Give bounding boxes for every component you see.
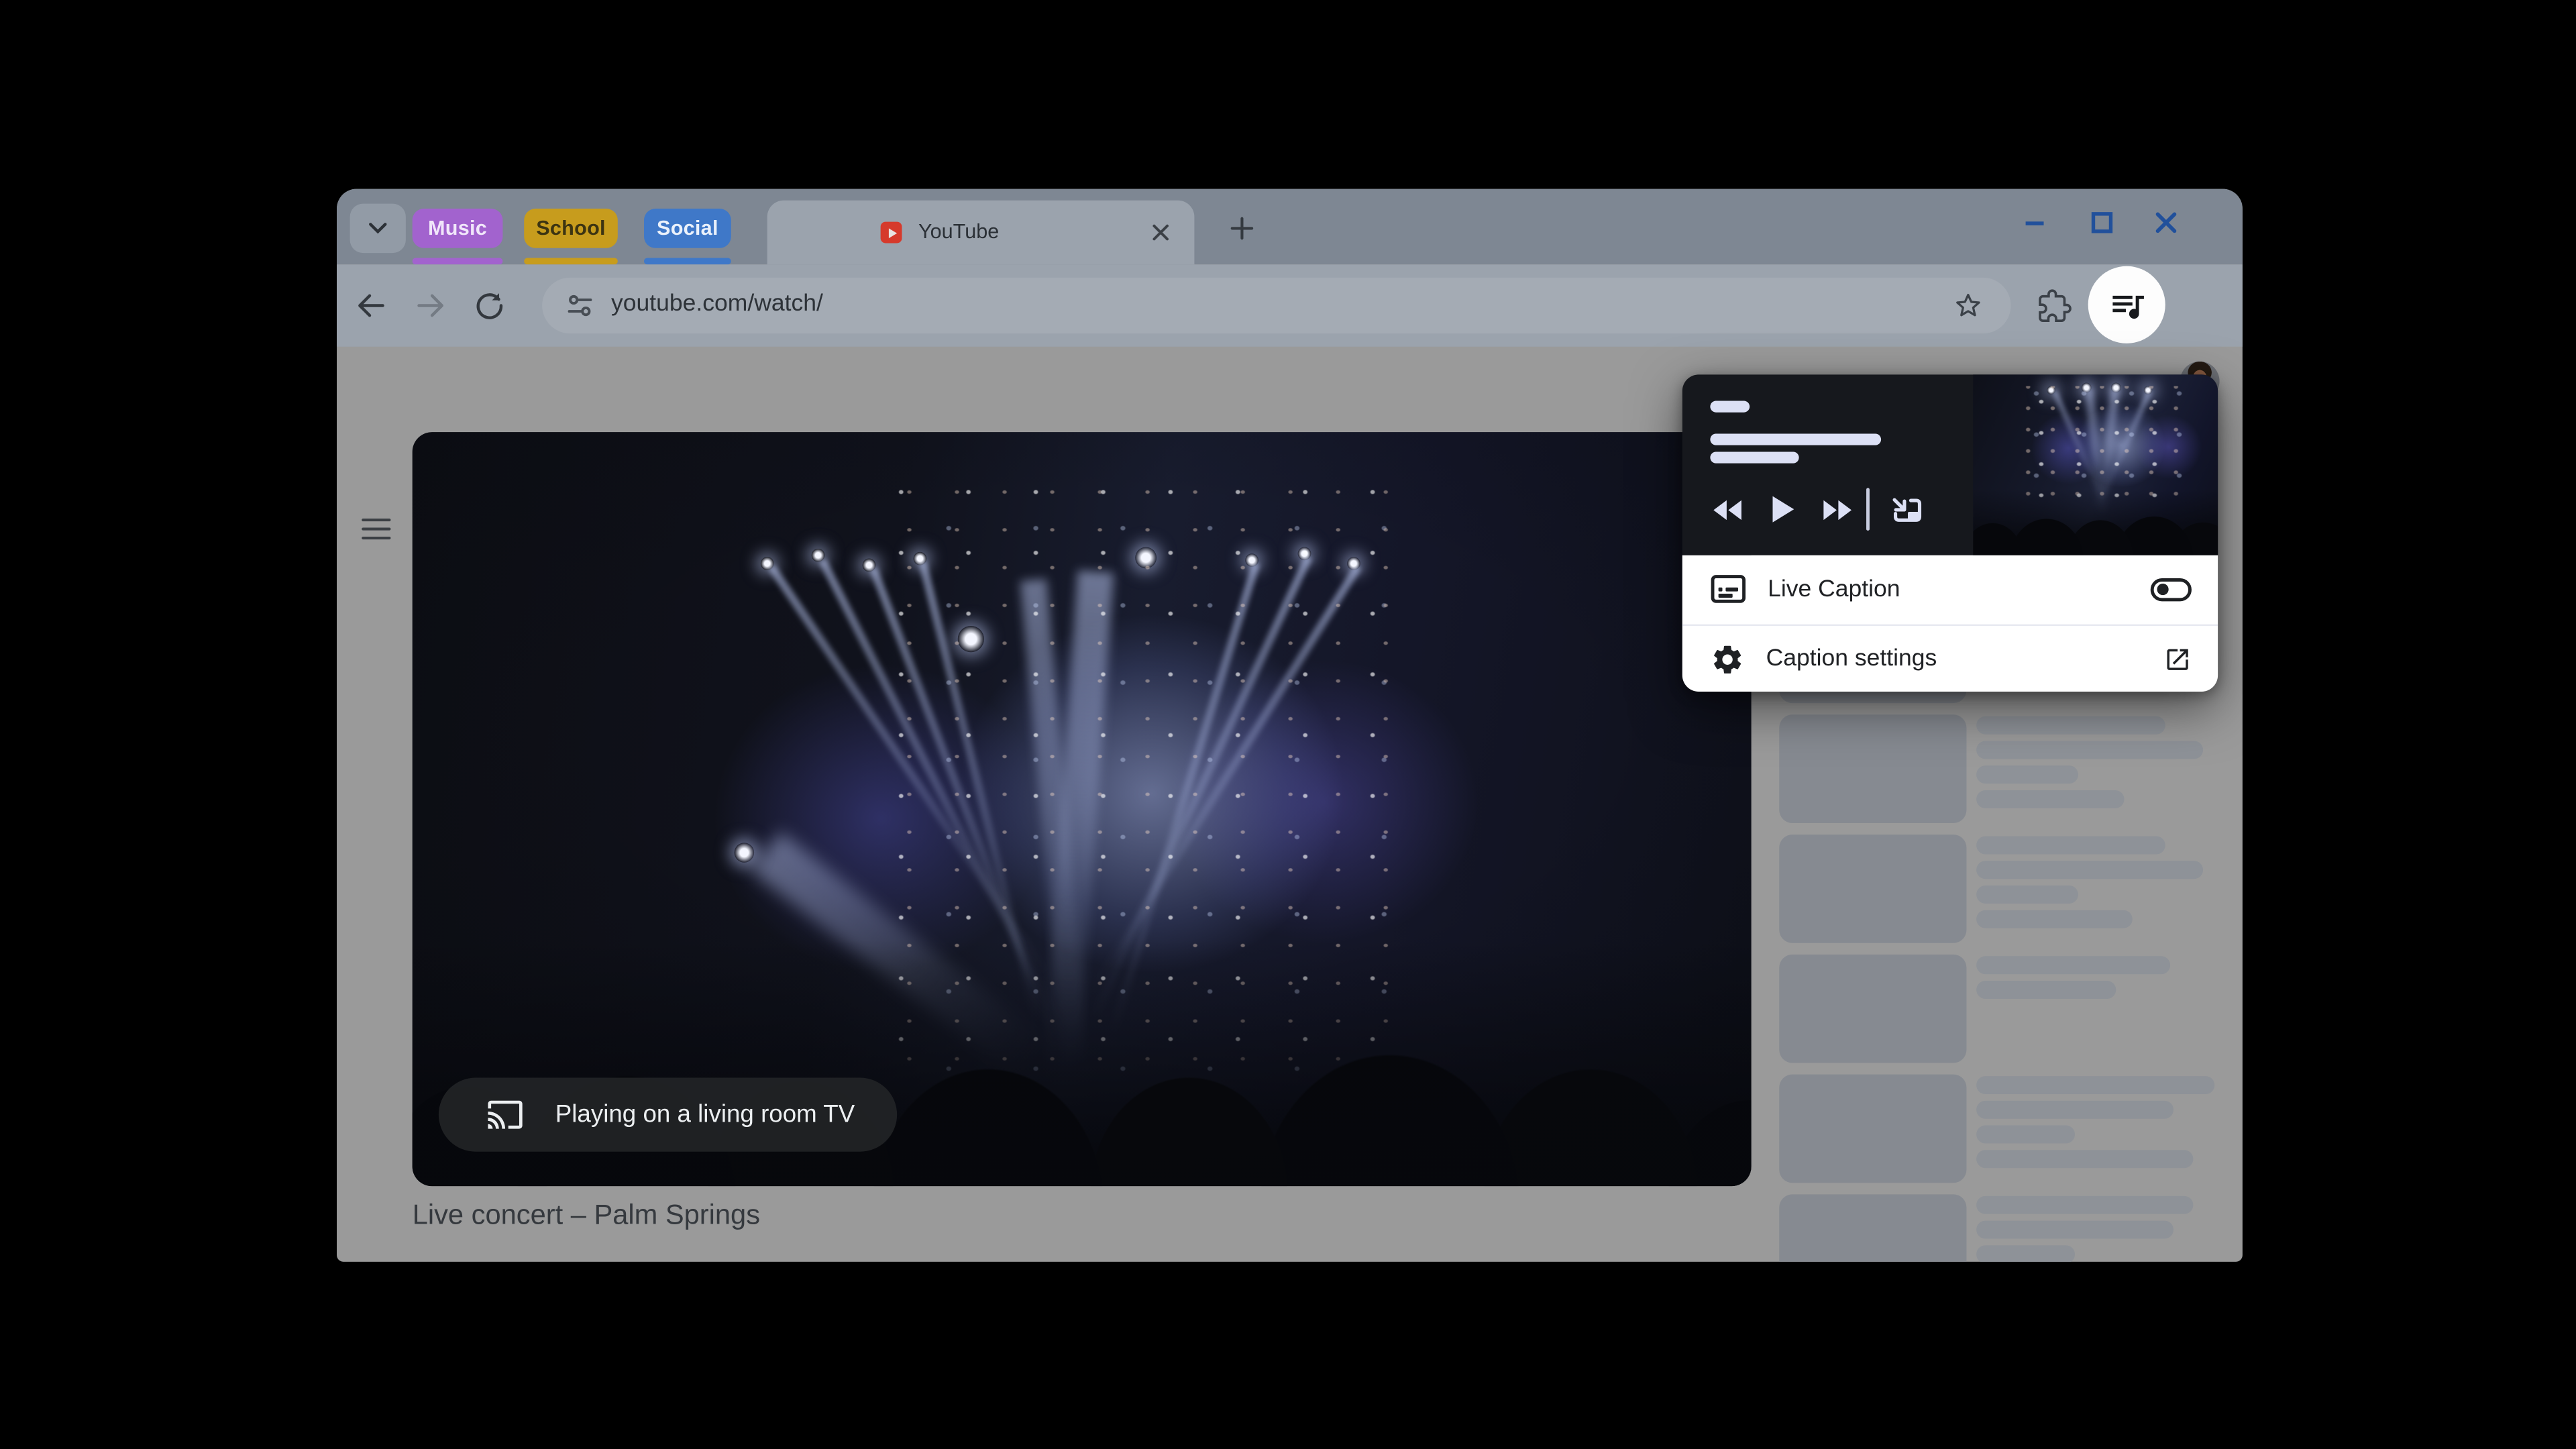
cast-icon <box>488 1100 523 1129</box>
caption-settings-row[interactable]: Caption settings <box>1682 625 2218 692</box>
back-icon <box>358 294 384 317</box>
tab-youtube[interactable]: YouTube <box>767 200 1195 265</box>
browser-window: Music School Social YouTube youtube.com/… <box>337 189 2243 1262</box>
tab-close-icon[interactable] <box>1152 223 1170 241</box>
picture-in-picture-button[interactable] <box>1886 490 1929 529</box>
suggestions-rail <box>1779 189 2243 1262</box>
back-button[interactable] <box>355 289 388 322</box>
album-art <box>1973 374 2218 555</box>
play-icon <box>1772 496 1794 523</box>
media-skeleton-bar <box>1710 433 1882 445</box>
next-track-icon <box>1823 499 1851 519</box>
tab-search-button[interactable] <box>350 203 406 254</box>
next-track-button[interactable] <box>1814 490 1860 529</box>
new-tab-button[interactable] <box>1230 217 1254 240</box>
forward-icon <box>417 294 443 317</box>
media-skeleton-bar <box>1710 400 1750 413</box>
tab-group-label: Social <box>657 217 718 240</box>
site-settings-icon[interactable] <box>565 290 594 320</box>
controls-divider <box>1866 488 1870 531</box>
suggestion-text-line <box>1976 1150 2194 1169</box>
tab-group-chip-music[interactable]: Music <box>412 209 503 248</box>
suggestion-thumbnail <box>1779 1074 1967 1183</box>
suggestion-thumbnail <box>1779 1194 1967 1262</box>
suggestion-thumbnail <box>1779 954 1967 1063</box>
screen: Music School Social YouTube youtube.com/… <box>0 0 2576 1449</box>
media-controls-popup: Live Caption Caption settings <box>1682 374 2218 692</box>
toggle-knob <box>2156 583 2169 596</box>
media-card <box>1682 374 2218 555</box>
suggestion-skeleton-item[interactable] <box>1779 835 2243 943</box>
suggestion-text-line <box>1976 910 2133 928</box>
previous-track-icon <box>1713 499 1741 519</box>
caption-rows: Live Caption Caption settings <box>1682 555 2218 692</box>
cast-status-text: Playing on a living room TV <box>555 1100 855 1129</box>
chevron-down-icon <box>369 223 387 234</box>
hamburger-menu-icon[interactable] <box>362 517 391 540</box>
tab-title: YouTube <box>918 220 1000 244</box>
suggestion-text-line <box>1976 1076 2215 1095</box>
media-skeleton-bar <box>1710 451 1799 464</box>
video-title: Live concert – Palm Springs <box>412 1199 761 1231</box>
tab-group-underline <box>644 258 731 265</box>
suggestion-skeleton-item[interactable] <box>1779 1074 2243 1183</box>
youtube-favicon-icon <box>880 221 902 244</box>
picture-in-picture-icon <box>1892 497 1922 521</box>
suggestion-text-line <box>1976 1100 2174 1119</box>
url-text: youtube.com/watch/ <box>611 290 823 317</box>
live-caption-label: Live Caption <box>1768 576 1900 603</box>
suggestion-text-line <box>1976 1245 2076 1262</box>
suggestion-text-line <box>1976 1220 2174 1239</box>
reload-icon <box>476 293 503 319</box>
play-button[interactable] <box>1764 486 1801 533</box>
tab-group-chip-social[interactable]: Social <box>644 209 731 248</box>
previous-track-button[interactable] <box>1705 490 1752 529</box>
suggestion-text-line <box>1976 885 2078 904</box>
reload-button[interactable] <box>473 289 506 322</box>
live-caption-icon <box>1711 575 1746 604</box>
open-in-new-icon[interactable] <box>2163 645 2192 674</box>
suggestion-text-line <box>1976 716 2165 735</box>
suggestion-text-line <box>1976 956 2171 975</box>
suggestion-text-line <box>1976 1195 2194 1214</box>
live-caption-row[interactable]: Live Caption <box>1682 555 2218 624</box>
tab-group-label: School <box>536 217 606 240</box>
video-vignette <box>412 432 1752 1187</box>
forward-button[interactable] <box>414 289 447 322</box>
suggestion-thumbnail <box>1779 714 1967 823</box>
suggestion-text-line <box>1976 861 2204 879</box>
video-player[interactable]: Playing on a living room TV <box>412 432 1752 1187</box>
tab-group-underline <box>412 258 503 265</box>
queue-music-icon <box>2112 294 2143 318</box>
suggestion-skeleton-item[interactable] <box>1779 714 2243 823</box>
suggestion-text-line <box>1976 765 2078 784</box>
tab-group-chip-school[interactable]: School <box>524 209 618 248</box>
cast-status-pill: Playing on a living room TV <box>438 1077 898 1152</box>
suggestion-skeleton-item[interactable] <box>1779 1194 2243 1262</box>
suggestion-text-line <box>1976 836 2165 855</box>
tab-group-underline <box>524 258 618 265</box>
suggestion-text-line <box>1976 741 2204 759</box>
suggestion-thumbnail <box>1779 835 1967 943</box>
suggestion-text-line <box>1976 790 2125 808</box>
caption-settings-gear-icon <box>1714 645 1741 674</box>
suggestion-text-line <box>1976 981 2116 999</box>
tab-group-label: Music <box>428 217 488 240</box>
suggestion-text-line <box>1976 1125 2076 1144</box>
media-controls-button[interactable] <box>2088 266 2165 343</box>
suggestion-skeleton-item[interactable] <box>1779 954 2243 1063</box>
live-caption-toggle[interactable] <box>2150 578 2192 601</box>
caption-settings-label: Caption settings <box>1766 646 1937 673</box>
